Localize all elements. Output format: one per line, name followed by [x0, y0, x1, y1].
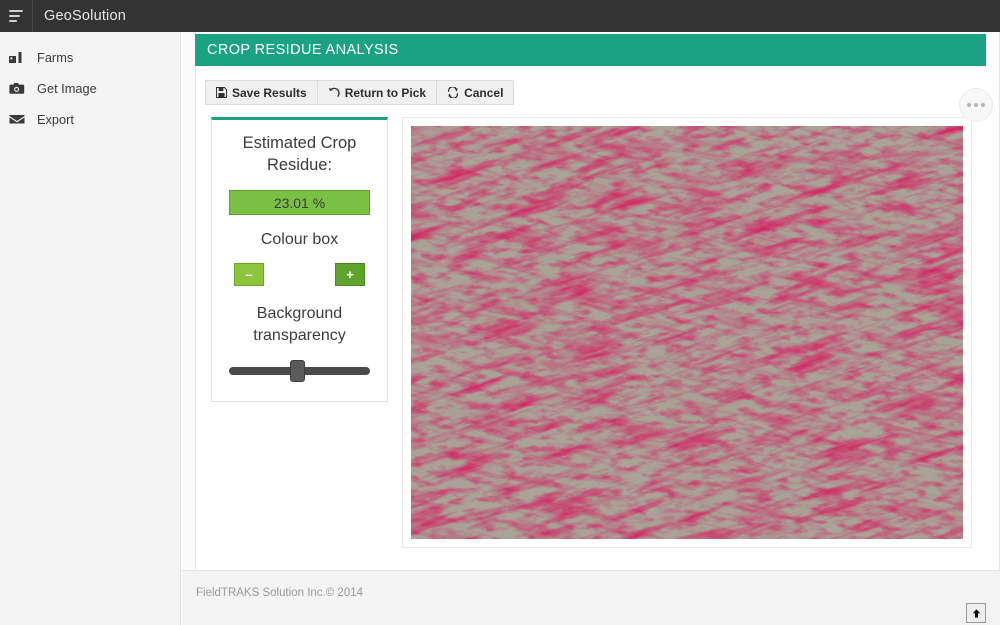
residue-image-card — [402, 117, 972, 548]
chart-bars-icon — [9, 49, 31, 67]
action-toolbar: Save Results Return to Pick Cancel — [205, 80, 513, 105]
dot — [967, 103, 971, 107]
sidebar-item-label: Farms — [31, 50, 73, 65]
copyright-text: FieldTRAKS Solution Inc.© 2014 — [196, 587, 363, 599]
residue-analysis-image[interactable] — [411, 126, 963, 539]
envelope-icon — [9, 111, 31, 129]
slider-thumb[interactable] — [290, 360, 305, 382]
hamburger-menu-icon[interactable] — [0, 0, 32, 32]
button-label: Cancel — [464, 86, 503, 100]
main-content-area: CROP RESIDUE ANALYSIS Save Results — [182, 32, 1000, 625]
increase-colour-box-button[interactable]: + — [335, 263, 365, 286]
sidebar-item-export[interactable]: Export — [0, 104, 180, 135]
sidebar-item-label: Export — [31, 112, 74, 127]
decrease-colour-box-button[interactable]: – — [234, 263, 264, 286]
three-dots-icon[interactable] — [959, 88, 993, 122]
top-app-bar: GeoSolution — [0, 0, 1000, 32]
estimated-residue-value[interactable]: 23.01 % — [229, 190, 370, 215]
page-title: CROP RESIDUE ANALYSIS — [207, 42, 399, 58]
hamburger-line — [9, 10, 23, 12]
background-transparency-label: Background transparency — [212, 303, 387, 347]
residue-control-panel: Estimated Crop Residue: 23.01 % Colour b… — [211, 117, 388, 402]
colour-box-stepper: – + — [212, 249, 387, 286]
page-footer: FieldTRAKS Solution Inc.© 2014 — [182, 570, 1000, 625]
camera-icon — [9, 80, 31, 98]
hamburger-line — [9, 15, 20, 17]
floppy-save-icon — [216, 87, 227, 98]
page-header-bar: CROP RESIDUE ANALYSIS — [195, 34, 986, 66]
colour-box-label: Colour box — [212, 231, 387, 249]
button-label: Return to Pick — [345, 86, 426, 100]
button-label: Save Results — [232, 86, 307, 100]
cancel-button[interactable]: Cancel — [436, 80, 514, 105]
sidebar-item-label: Get Image — [31, 81, 97, 96]
save-results-button[interactable]: Save Results — [205, 80, 318, 105]
sidebar-nav: Farms Get Image Export — [0, 32, 181, 625]
sidebar-item-get-image[interactable]: Get Image — [0, 73, 180, 104]
arrow-up-icon[interactable] — [966, 603, 986, 623]
dot — [981, 103, 985, 107]
return-to-pick-button[interactable]: Return to Pick — [317, 80, 437, 105]
background-transparency-slider[interactable] — [229, 360, 370, 382]
dot — [974, 103, 978, 107]
hamburger-line — [9, 20, 17, 22]
estimated-residue-label: Estimated Crop Residue: — [212, 120, 387, 176]
refresh-cycle-icon — [447, 87, 459, 98]
sidebar-item-farms[interactable]: Farms — [0, 42, 180, 73]
app-brand-title: GeoSolution — [33, 8, 126, 24]
undo-arrow-icon — [328, 87, 340, 98]
